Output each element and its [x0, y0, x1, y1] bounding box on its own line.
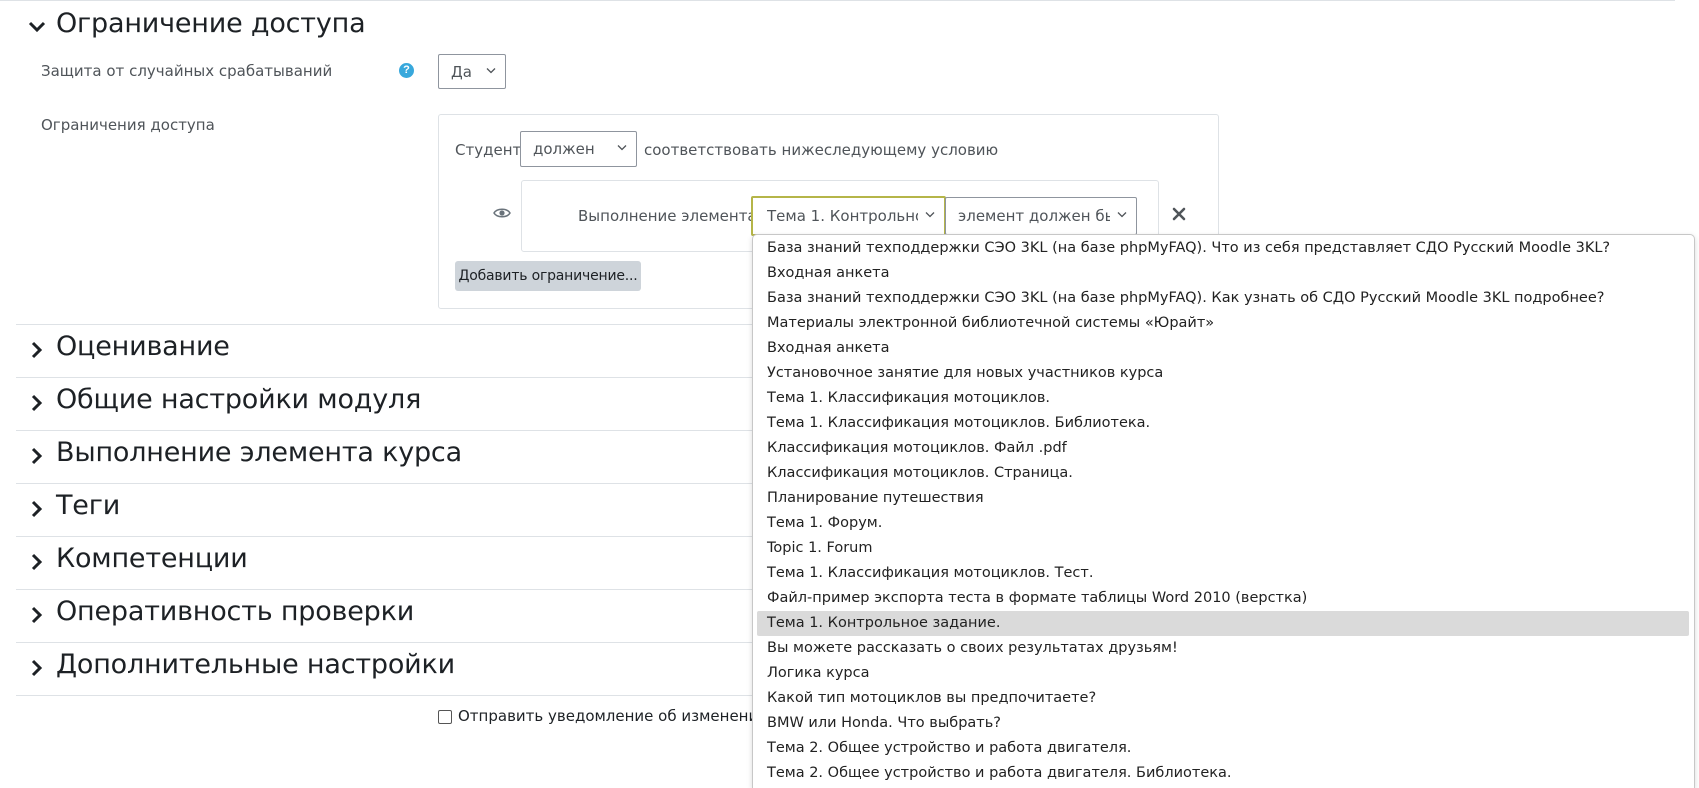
- section-title: Оценивание: [56, 331, 230, 362]
- section-title: Ограничение доступа: [56, 8, 366, 39]
- must-select[interactable]: должен: [520, 131, 637, 167]
- section-title: Теги: [56, 490, 121, 521]
- dropdown-option[interactable]: Тема 1. Классификация мотоциклов. Тест.: [757, 561, 1689, 586]
- protection-select-value: Да: [451, 62, 472, 81]
- chevron-down-icon: [486, 67, 496, 73]
- dropdown-options: База знаний техподдержки СЭО 3KL (на баз…: [753, 236, 1694, 786]
- section-title: Выполнение элемента курса: [56, 437, 462, 468]
- add-restriction-button[interactable]: Добавить ограничение...: [455, 261, 641, 291]
- activity-select-value: Тема 1. Контрольное з: [767, 207, 918, 225]
- chevron-down-icon: [617, 145, 627, 151]
- must-select-value: должен: [533, 140, 595, 158]
- protection-label: Защита от случайных срабатываний: [41, 62, 333, 80]
- chevron-right-icon: [31, 659, 43, 677]
- completion-label: Выполнение элемента: [578, 207, 757, 225]
- dropdown-option[interactable]: Topic 1. Forum: [757, 536, 1689, 561]
- chevron-down-icon: [28, 21, 46, 33]
- help-icon[interactable]: ?: [399, 63, 414, 78]
- dropdown-option[interactable]: Установочное занятие для новых участнико…: [757, 361, 1689, 386]
- section-title: Компетенции: [56, 543, 248, 574]
- section-title: Дополнительные настройки: [56, 649, 455, 680]
- restrictions-label: Ограничения доступа: [41, 116, 215, 134]
- chevron-right-icon: [31, 500, 43, 518]
- dropdown-option[interactable]: База знаний техподдержки СЭО 3KL (на баз…: [757, 286, 1689, 311]
- section-title: Оперативность проверки: [56, 596, 415, 627]
- notify-label: Отправить уведомление об изменении со: [458, 707, 791, 725]
- dropdown-option[interactable]: Тема 1. Форум.: [757, 511, 1689, 536]
- chevron-down-icon: [925, 212, 935, 218]
- dropdown-option[interactable]: Тема 2. Общее устройство и работа двигат…: [757, 761, 1689, 786]
- eye-icon[interactable]: [493, 206, 511, 220]
- student-label: Студент: [455, 141, 522, 159]
- activity-dropdown-list[interactable]: База знаний техподдержки СЭО 3KL (на баз…: [752, 234, 1695, 788]
- dropdown-option[interactable]: BMW или Honda. Что выбрать?: [757, 711, 1689, 736]
- dropdown-option[interactable]: Планирование путешествия: [757, 486, 1689, 511]
- dropdown-option[interactable]: Тема 1. Контрольное задание.: [757, 611, 1689, 636]
- section-title: Общие настройки модуля: [56, 384, 422, 415]
- dropdown-option[interactable]: Какой тип мотоциклов вы предпочитаете?: [757, 686, 1689, 711]
- dropdown-option[interactable]: Тема 1. Классификация мотоциклов.: [757, 386, 1689, 411]
- dropdown-option[interactable]: Логика курса: [757, 661, 1689, 686]
- dropdown-option[interactable]: Входная анкета: [757, 261, 1689, 286]
- dropdown-option[interactable]: База знаний техподдержки СЭО 3KL (на баз…: [757, 236, 1689, 261]
- status-select[interactable]: элемент должен быть: [945, 197, 1137, 235]
- chevron-right-icon: [31, 341, 43, 359]
- dropdown-option[interactable]: Вы можете рассказать о своих результатах…: [757, 636, 1689, 661]
- close-icon[interactable]: [1172, 207, 1186, 221]
- condition-text: соответствовать нижеследующему условию: [644, 141, 999, 159]
- protection-select[interactable]: Да: [438, 54, 506, 89]
- dropdown-option[interactable]: Классификация мотоциклов. Файл .pdf: [757, 436, 1689, 461]
- chevron-right-icon: [31, 447, 43, 465]
- dropdown-option[interactable]: Тема 2. Общее устройство и работа двигат…: [757, 736, 1689, 761]
- dropdown-option[interactable]: Входная анкета: [757, 336, 1689, 361]
- top-divider: [0, 0, 1675, 1]
- activity-select[interactable]: Тема 1. Контрольное з: [751, 196, 946, 236]
- dropdown-option[interactable]: Материалы электронной библиотечной систе…: [757, 311, 1689, 336]
- chevron-down-icon: [1117, 212, 1127, 218]
- dropdown-option[interactable]: Тема 1. Классификация мотоциклов. Библио…: [757, 411, 1689, 436]
- notify-checkbox[interactable]: [438, 710, 452, 724]
- section-access-restriction-header[interactable]: Ограничение доступа: [16, 2, 1675, 54]
- chevron-right-icon: [31, 606, 43, 624]
- chevron-right-icon: [31, 553, 43, 571]
- chevron-right-icon: [31, 394, 43, 412]
- status-select-value: элемент должен быть: [958, 207, 1110, 225]
- dropdown-option[interactable]: Классификация мотоциклов. Страница.: [757, 461, 1689, 486]
- dropdown-option[interactable]: Файл-пример экспорта теста в формате таб…: [757, 586, 1689, 611]
